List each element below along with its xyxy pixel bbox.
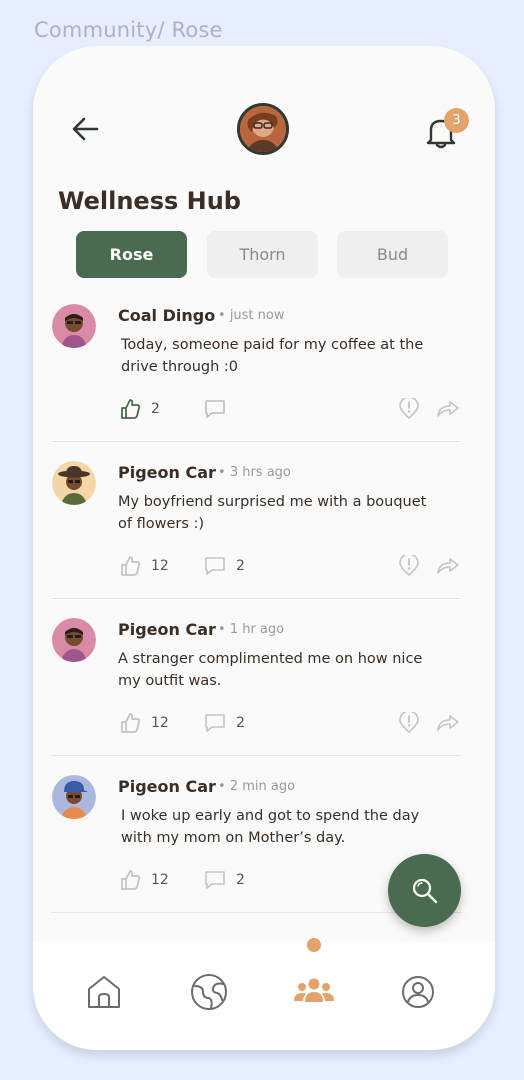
like-button[interactable]: 2	[119, 398, 160, 420]
comment-count: 2	[236, 558, 245, 574]
post-avatar[interactable]	[52, 618, 96, 662]
avatar-icon	[52, 775, 96, 819]
post-item: Coal Dingo • just now Today, someone pai…	[33, 296, 495, 453]
report-icon	[399, 710, 419, 734]
home-icon	[88, 976, 120, 1008]
tab-bud[interactable]: Bud	[337, 231, 448, 278]
active-indicator	[307, 938, 321, 952]
divider	[51, 598, 461, 599]
post-time-value: 1 hr ago	[229, 622, 285, 637]
nav-explore[interactable]	[189, 972, 229, 1012]
share-button[interactable]	[437, 400, 459, 422]
divider	[51, 441, 461, 442]
report-button[interactable]	[399, 396, 419, 424]
post-time-value: 3 hrs ago	[229, 465, 291, 480]
comment-icon	[205, 557, 225, 575]
nav-home[interactable]	[84, 972, 124, 1012]
arrow-left-icon	[72, 117, 99, 141]
back-button[interactable]	[71, 116, 101, 142]
user-avatar[interactable]	[237, 103, 289, 155]
like-count: 12	[151, 872, 169, 888]
user-photo-icon	[240, 106, 286, 152]
post-timestamp: • 3 hrs ago	[218, 465, 291, 480]
share-button[interactable]	[437, 714, 459, 736]
post-text: My boyfriend surprised me with a bouquet…	[118, 494, 427, 532]
post-avatar[interactable]	[52, 775, 96, 819]
like-count: 12	[151, 558, 169, 574]
post-item: Pigeon Car • 3 hrs ago My boyfriend surp…	[33, 453, 495, 610]
thumbs-up-icon	[121, 399, 141, 419]
thumbs-up-icon	[121, 870, 141, 890]
post-text: Today, someone paid for my coffee at the…	[121, 337, 424, 375]
phone-screen: 3 Wellness Hub Rose Thorn Bud Coal Dingo…	[33, 46, 495, 1050]
post-timestamp: • just now	[218, 308, 285, 323]
share-icon	[437, 401, 459, 417]
like-count: 12	[151, 715, 169, 731]
post-timestamp: • 2 min ago	[218, 779, 296, 794]
nav-community[interactable]	[293, 972, 334, 1012]
like-button[interactable]: 12	[119, 555, 169, 577]
avatar-icon	[52, 304, 96, 348]
notification-badge: 3	[444, 108, 469, 133]
search-fab-button[interactable]	[388, 854, 461, 927]
report-icon	[399, 396, 419, 420]
divider	[51, 755, 461, 756]
thumbs-up-icon	[121, 556, 141, 576]
avatar-icon	[52, 461, 96, 505]
post-time-value: 2 min ago	[229, 779, 296, 794]
post-author[interactable]: Pigeon Car	[118, 777, 216, 796]
comment-button[interactable]: 2	[204, 556, 245, 576]
globe-icon	[191, 974, 227, 1010]
post-text: A stranger complimented me on how nice m…	[118, 651, 423, 689]
post-avatar[interactable]	[52, 461, 96, 505]
tab-bar: Rose Thorn Bud	[76, 231, 456, 279]
post-item: Pigeon Car • 1 hr ago A stranger complim…	[33, 610, 495, 767]
comment-button[interactable]: 2	[204, 713, 245, 733]
breadcrumb: Community/ Rose	[34, 18, 223, 42]
thumbs-up-icon	[121, 713, 141, 733]
tab-rose[interactable]: Rose	[76, 231, 187, 278]
report-icon	[399, 553, 419, 577]
profile-icon	[402, 976, 434, 1008]
like-count: 2	[151, 401, 160, 417]
bottom-navigation	[33, 938, 495, 1050]
community-icon	[294, 978, 334, 1002]
post-author[interactable]: Pigeon Car	[118, 620, 216, 639]
comment-button[interactable]	[204, 399, 226, 419]
comment-icon	[205, 871, 225, 889]
like-button[interactable]: 12	[119, 712, 169, 734]
comment-button[interactable]: 2	[204, 870, 245, 890]
post-author[interactable]: Pigeon Car	[118, 463, 216, 482]
share-icon	[437, 715, 459, 731]
avatar-icon	[52, 618, 96, 662]
report-button[interactable]	[399, 710, 419, 738]
comment-icon	[205, 400, 225, 418]
header: 3	[33, 46, 495, 186]
tab-thorn[interactable]: Thorn	[207, 231, 318, 278]
post-timestamp: • 1 hr ago	[218, 622, 285, 637]
like-button[interactable]: 12	[119, 869, 169, 891]
share-icon	[437, 558, 459, 574]
report-button[interactable]	[399, 553, 419, 581]
post-time-value: just now	[229, 308, 285, 323]
search-icon	[412, 878, 437, 903]
page-title: Wellness Hub	[58, 187, 241, 215]
post-author[interactable]: Coal Dingo	[118, 306, 215, 325]
nav-profile[interactable]	[398, 972, 438, 1012]
post-avatar[interactable]	[52, 304, 96, 348]
comment-icon	[205, 714, 225, 732]
comment-count: 2	[236, 872, 245, 888]
comment-count: 2	[236, 715, 245, 731]
post-text: I woke up early and got to spend the day…	[121, 808, 420, 846]
share-button[interactable]	[437, 557, 459, 579]
